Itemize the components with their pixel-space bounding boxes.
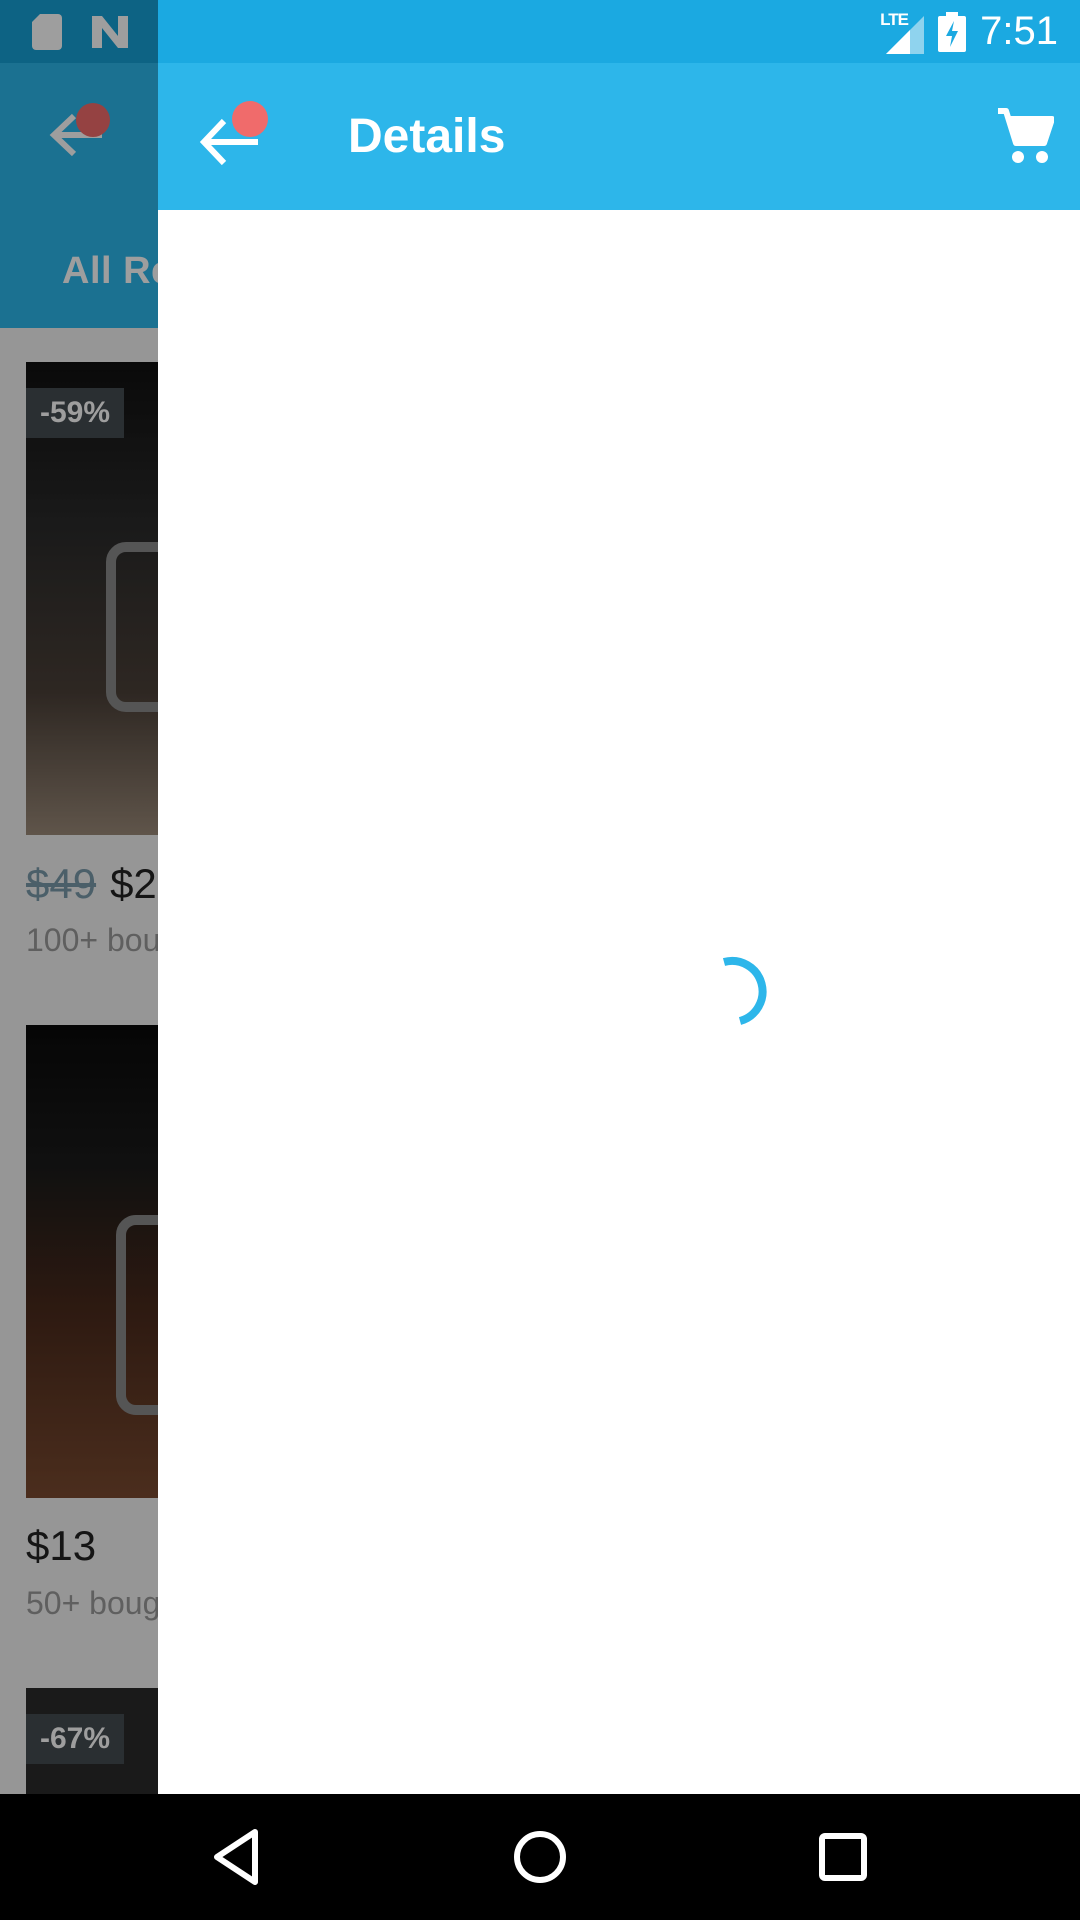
- dim-overlay: [0, 0, 158, 1794]
- background-product-list: All Re -59% $49$2 100+ bou $13 50+ boug …: [0, 0, 158, 1794]
- notification-badge: [232, 101, 268, 137]
- shopping-cart-icon[interactable]: [996, 107, 1054, 165]
- status-icons: LTE 7:51: [880, 0, 1058, 63]
- details-content: [158, 210, 1080, 1794]
- nav-back-icon[interactable]: [203, 1822, 273, 1892]
- battery-charging-icon: [938, 11, 967, 52]
- lte-signal-icon: LTE: [880, 10, 925, 54]
- status-bar: LTE 7:51: [158, 0, 1080, 63]
- app-toolbar: Details: [158, 63, 1080, 210]
- loading-spinner: [722, 956, 767, 1025]
- nav-recents-icon[interactable]: [808, 1822, 878, 1892]
- nav-home-icon[interactable]: [505, 1822, 575, 1892]
- system-nav-bar: [0, 1794, 1080, 1920]
- clock: 7:51: [980, 9, 1058, 53]
- page-title: Details: [348, 110, 506, 163]
